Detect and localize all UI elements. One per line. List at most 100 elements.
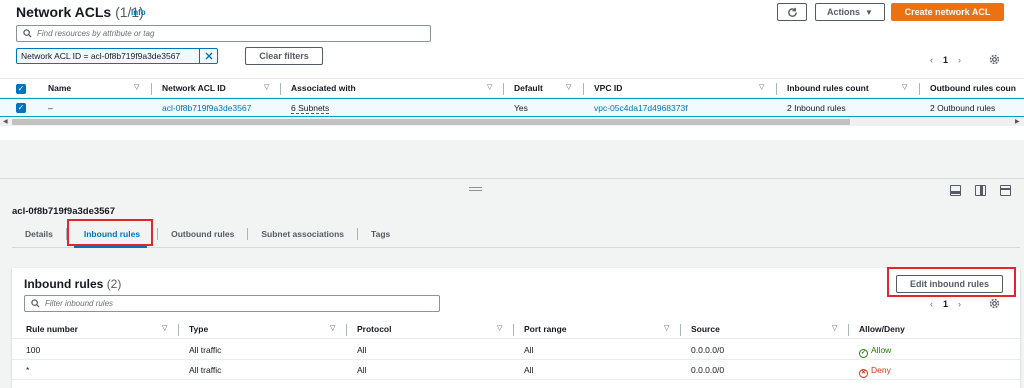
chevron-right-icon[interactable]: ›: [958, 55, 961, 65]
table-row[interactable]: ✓ – acl-0f8b719f9a3de3567 6 Subnets Yes …: [0, 98, 1024, 117]
column-divider[interactable]: [178, 324, 179, 336]
sort-icon[interactable]: ▽: [162, 324, 167, 332]
cell-default: Yes: [514, 103, 528, 113]
col-port-range[interactable]: Port range: [524, 324, 567, 334]
inbound-table-header: Rule number ▽ Type ▽ Protocol ▽ Port ran…: [12, 320, 1020, 339]
tab-outbound-rules[interactable]: Outbound rules: [158, 228, 249, 240]
preferences-button[interactable]: [989, 54, 1000, 67]
split-bottom-icon[interactable]: [950, 185, 961, 196]
sort-icon[interactable]: ▽: [497, 324, 502, 332]
search-placeholder: Find resources by attribute or tag: [37, 29, 155, 38]
cell-inbound-count: 2 Inbound rules: [787, 103, 846, 113]
table-header: ✓ Name ▽ Network ACL ID ▽ Associated wit…: [0, 78, 1024, 98]
sort-icon[interactable]: ▽: [487, 83, 492, 91]
inbound-pagination: ‹ 1 ›: [930, 299, 961, 309]
col-default[interactable]: Default: [514, 83, 543, 93]
col-allow-deny[interactable]: Allow/Deny: [859, 324, 905, 334]
actions-button[interactable]: Actions ▼: [815, 3, 885, 21]
cell-protocol: All: [357, 345, 367, 355]
actions-label: Actions: [827, 7, 861, 17]
cell-allow-deny: ✕ Deny: [859, 365, 891, 378]
col-rule-number[interactable]: Rule number: [26, 324, 78, 334]
page-number[interactable]: 1: [943, 299, 948, 309]
edit-inbound-rules-button[interactable]: Edit inbound rules: [896, 275, 1003, 293]
scrollbar-thumb[interactable]: [12, 119, 850, 125]
cell-name: –: [48, 103, 53, 113]
drag-handle-icon[interactable]: [469, 187, 482, 191]
column-divider[interactable]: [503, 83, 504, 95]
column-divider[interactable]: [583, 83, 584, 95]
refresh-button[interactable]: [777, 3, 807, 21]
pagination: ‹ 1 ›: [930, 55, 961, 65]
info-link[interactable]: Info: [131, 8, 146, 17]
gear-icon: [989, 298, 1000, 309]
column-divider[interactable]: [513, 324, 514, 336]
cell-rule-number: *: [26, 365, 30, 375]
sort-icon[interactable]: ▽: [566, 83, 571, 91]
search-input[interactable]: Find resources by attribute or tag: [16, 25, 431, 42]
clear-filters-button[interactable]: Clear filters: [245, 47, 323, 65]
column-divider[interactable]: [680, 324, 681, 336]
remove-filter-button[interactable]: [199, 49, 217, 63]
chevron-right-icon[interactable]: ›: [958, 299, 961, 309]
sort-icon[interactable]: ▽: [832, 324, 837, 332]
col-name[interactable]: Name: [48, 83, 71, 93]
tabs-divider: [12, 247, 1020, 248]
col-inbound-rules-count[interactable]: Inbound rules count: [787, 83, 869, 93]
row-checkbox[interactable]: ✓: [16, 103, 26, 113]
cell-vpc-id-link[interactable]: vpc-05c4da17d4968373f: [594, 103, 688, 113]
status-label: Allow: [871, 345, 892, 355]
inbound-filter-placeholder: Filter inbound rules: [45, 299, 114, 308]
sort-icon[interactable]: ▽: [902, 83, 907, 91]
filter-token-label: Network ACL ID = acl-0f8b719f9a3de3567: [21, 51, 181, 61]
column-divider[interactable]: [776, 83, 777, 95]
col-protocol[interactable]: Protocol: [357, 324, 391, 334]
column-divider[interactable]: [919, 83, 920, 95]
caret-down-icon: ▼: [865, 7, 873, 17]
horizontal-scrollbar[interactable]: ◀ ▶: [0, 118, 1024, 126]
column-divider[interactable]: [848, 324, 849, 336]
chevron-left-icon[interactable]: ‹: [930, 55, 933, 65]
col-vpc-id[interactable]: VPC ID: [594, 83, 622, 93]
sort-icon[interactable]: ▽: [264, 83, 269, 91]
col-source[interactable]: Source: [691, 324, 720, 334]
col-outbound-rules-count[interactable]: Outbound rules coun: [930, 83, 1016, 93]
cell-type: All traffic: [189, 365, 222, 375]
column-divider[interactable]: [151, 83, 152, 95]
split-close-icon[interactable]: [1000, 185, 1011, 196]
create-network-acl-button[interactable]: Create network ACL: [891, 3, 1004, 21]
cell-associated-with[interactable]: 6 Subnets: [291, 103, 330, 114]
filter-token: Network ACL ID = acl-0f8b719f9a3de3567: [16, 48, 218, 64]
inbound-rules-title: Inbound rules (2): [24, 277, 121, 291]
chevron-left-icon[interactable]: ‹: [930, 299, 933, 309]
tab-details[interactable]: Details: [12, 228, 67, 240]
close-icon: [205, 52, 212, 60]
tab-annotation-highlight: [67, 219, 153, 246]
page-number[interactable]: 1: [943, 55, 948, 65]
scroll-left-icon[interactable]: ◀: [3, 118, 8, 125]
x-circle-icon: ✕: [859, 369, 868, 378]
cell-acl-id-link[interactable]: acl-0f8b719f9a3de3567: [162, 103, 251, 113]
sort-icon[interactable]: ▽: [134, 83, 139, 91]
cell-port-range: All: [524, 365, 534, 375]
inbound-preferences-button[interactable]: [989, 298, 1000, 311]
select-all-checkbox[interactable]: ✓: [16, 84, 26, 94]
inbound-filter-input[interactable]: Filter inbound rules: [24, 295, 440, 312]
col-network-acl-id[interactable]: Network ACL ID: [162, 83, 226, 93]
inbound-title-text: Inbound rules: [24, 277, 104, 291]
scroll-right-icon[interactable]: ▶: [1015, 118, 1020, 125]
cell-port-range: All: [524, 345, 534, 355]
split-side-icon[interactable]: [975, 185, 986, 196]
sort-icon[interactable]: ▽: [330, 324, 335, 332]
title-text: Network ACLs: [16, 4, 112, 20]
sort-icon[interactable]: ▽: [664, 324, 669, 332]
cell-source: 0.0.0.0/0: [691, 365, 725, 375]
col-type[interactable]: Type: [189, 324, 208, 334]
column-divider[interactable]: [280, 83, 281, 95]
sort-icon[interactable]: ▽: [759, 83, 764, 91]
tab-tags[interactable]: Tags: [358, 228, 403, 240]
refresh-icon: [787, 7, 797, 17]
column-divider[interactable]: [346, 324, 347, 336]
tab-subnet-associations[interactable]: Subnet associations: [248, 228, 359, 240]
col-associated-with[interactable]: Associated with: [291, 83, 356, 93]
